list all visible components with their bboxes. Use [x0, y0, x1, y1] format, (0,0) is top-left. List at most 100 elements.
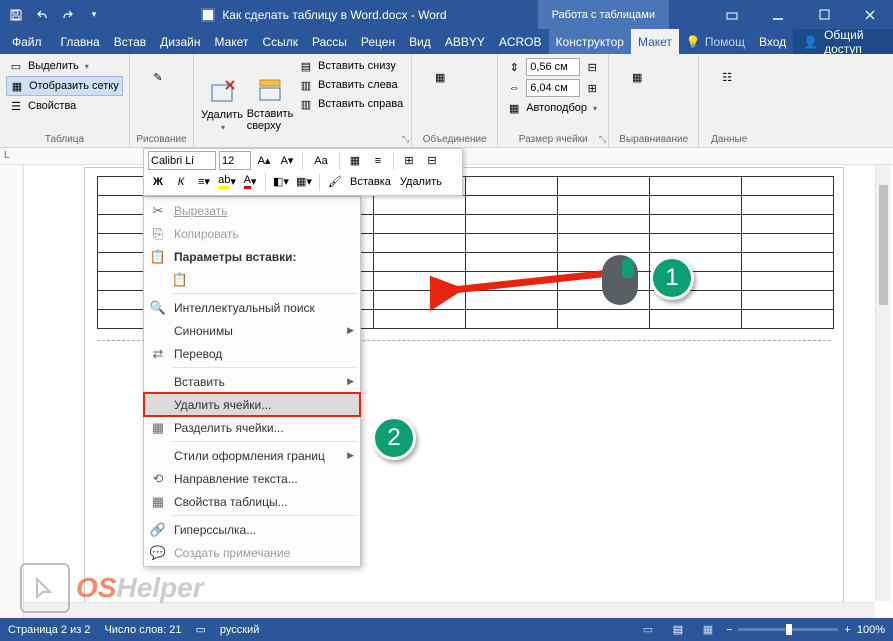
tab-file[interactable]: Файл — [0, 29, 54, 54]
menu-translate[interactable]: ⇄Перевод — [144, 342, 360, 365]
menu-insert[interactable]: Вставить▶ — [144, 370, 360, 393]
tab-insert[interactable]: Встав — [107, 29, 153, 54]
tab-references[interactable]: Ссылк — [255, 29, 305, 54]
share-button[interactable]: 👤Общий доступ — [793, 29, 893, 54]
dialog-launcher-icon[interactable]: ⤡ — [599, 134, 606, 145]
tab-design[interactable]: Дизайн — [153, 29, 207, 54]
properties-button[interactable]: ☰Свойства — [6, 97, 123, 115]
menu-border-styles[interactable]: Стили оформления границ▶ — [144, 444, 360, 467]
vertical-scrollbar[interactable] — [875, 165, 891, 601]
insert-left-icon: ▥ — [298, 77, 314, 93]
mini-delete-icon[interactable]: ⊟ — [422, 151, 442, 170]
styles-icon[interactable]: Aa — [308, 151, 334, 170]
draw-button[interactable]: ✎ — [136, 57, 180, 93]
view-read-icon[interactable]: ▭ — [636, 620, 660, 640]
align-icon[interactable]: ≡ — [368, 151, 388, 170]
maximize-icon[interactable] — [801, 0, 847, 29]
italic-icon[interactable]: К — [171, 172, 191, 191]
status-spellcheck-icon[interactable]: ▭ — [196, 623, 206, 636]
menu-copy[interactable]: ⎘Копировать — [144, 222, 360, 245]
grid-icon: ▦ — [9, 78, 25, 94]
tab-abbyy[interactable]: ABBYY — [438, 29, 492, 54]
menu-new-comment[interactable]: 💬Создать примечание — [144, 541, 360, 564]
tab-mailings[interactable]: Рассы — [305, 29, 354, 54]
border-icon[interactable]: ▦ — [345, 151, 365, 170]
tab-layout[interactable]: Макет — [207, 29, 255, 54]
menu-table-properties[interactable]: ▦Свойства таблицы... — [144, 490, 360, 513]
insert-right-button[interactable]: ▥Вставить справа — [296, 95, 405, 113]
tab-review[interactable]: Рецен — [354, 29, 402, 54]
tab-home[interactable]: Главна — [54, 29, 107, 54]
insert-above-button[interactable]: Вставить сверху — [248, 57, 292, 145]
dist-cols-icon[interactable]: ⊞ — [584, 80, 600, 96]
menu-split-cells[interactable]: ▦Разделить ячейки... — [144, 416, 360, 439]
menu-smart-lookup[interactable]: 🔍Интеллектуальный поиск — [144, 296, 360, 319]
context-menu: ✂Вырезать ⎘Копировать 📋Параметры вставки… — [143, 196, 361, 567]
gridlines-button[interactable]: ▦Отобразить сетку — [6, 76, 123, 96]
status-language[interactable]: русский — [220, 624, 259, 636]
mini-insert-icon[interactable]: ⊞ — [399, 151, 419, 170]
zoom-slider[interactable] — [738, 628, 838, 631]
alignment-button[interactable]: ▦ — [615, 57, 659, 93]
cursor-annotation — [602, 255, 638, 305]
tell-me[interactable]: 💡Помощ — [679, 29, 752, 54]
font-family-select[interactable] — [148, 151, 216, 170]
font-size-select[interactable] — [219, 151, 251, 170]
shrink-font-icon[interactable]: A▾ — [277, 151, 297, 170]
font-color-icon[interactable]: A▾ — [240, 172, 260, 191]
save-icon[interactable] — [4, 3, 28, 27]
mini-delete-label[interactable]: Удалить — [400, 176, 442, 188]
delete-button[interactable]: Удалить▾ — [200, 57, 244, 145]
group-label-table: Таблица — [6, 132, 123, 145]
menu-paste-option[interactable]: 📋 — [144, 268, 360, 291]
undo-icon[interactable] — [30, 3, 54, 27]
underline-icon[interactable]: ≡▾ — [194, 172, 214, 191]
menu-text-direction[interactable]: ⟲Направление текста... — [144, 467, 360, 490]
menu-delete-cells[interactable]: Удалить ячейки... — [144, 393, 360, 416]
menu-synonyms[interactable]: Синонимы▶ — [144, 319, 360, 342]
align-icon: ▦ — [621, 61, 653, 93]
close-icon[interactable] — [847, 0, 893, 29]
comment-icon: 💬 — [150, 545, 166, 561]
bold-icon[interactable]: Ж — [148, 172, 168, 191]
tab-table-layout[interactable]: Макет — [631, 29, 679, 54]
menu-hyperlink[interactable]: 🔗Гиперссылка... — [144, 518, 360, 541]
zoom-out-icon[interactable]: − — [726, 624, 732, 636]
minimize-icon[interactable] — [755, 0, 801, 29]
insert-below-button[interactable]: ▤Вставить снизу — [296, 57, 405, 75]
row-height-input[interactable]: ⇕⊟ — [504, 57, 602, 77]
tab-table-design[interactable]: Конструктор — [549, 29, 631, 54]
ribbon-display-icon[interactable] — [709, 0, 755, 29]
menu-cut[interactable]: ✂Вырезать — [144, 199, 360, 222]
highlight-icon[interactable]: ab▾ — [217, 172, 237, 191]
tab-acrobat[interactable]: ACROB — [492, 29, 549, 54]
login-button[interactable]: Вход — [752, 29, 793, 54]
dist-rows-icon[interactable]: ⊟ — [584, 59, 600, 75]
mini-insert-label[interactable]: Вставка — [350, 176, 391, 188]
qat-more-icon[interactable]: ▾ — [82, 3, 106, 27]
zoom-in-icon[interactable]: + — [844, 624, 850, 636]
paste-option-icon: 📋 — [172, 272, 188, 288]
data-icon: ☷ — [711, 61, 743, 93]
col-width-input[interactable]: ⇔⊞ — [504, 78, 602, 98]
dialog-launcher-icon[interactable]: ⤡ — [402, 134, 409, 145]
merge-button[interactable]: ▦ — [418, 57, 462, 93]
insert-left-button[interactable]: ▥Вставить слева — [296, 76, 405, 94]
grow-font-icon[interactable]: A▴ — [254, 151, 274, 170]
format-painter-icon[interactable]: 🖌 — [325, 172, 345, 191]
autofit-button[interactable]: ▦Автоподбор▾ — [504, 99, 602, 117]
tab-view[interactable]: Вид — [402, 29, 438, 54]
data-button[interactable]: ☷ — [705, 57, 749, 93]
view-web-icon[interactable]: ▦ — [696, 620, 720, 640]
select-button[interactable]: ▭Выделить▾ — [6, 57, 123, 75]
vertical-ruler[interactable] — [0, 165, 24, 618]
borders-icon[interactable]: ▦▾ — [294, 172, 314, 191]
view-print-icon[interactable]: ▤ — [666, 620, 690, 640]
zoom-level[interactable]: 100% — [857, 624, 885, 636]
delete-table-icon — [206, 75, 238, 107]
status-page[interactable]: Страница 2 из 2 — [8, 624, 90, 636]
status-words[interactable]: Число слов: 21 — [104, 624, 181, 636]
shading-icon[interactable]: ◧▾ — [271, 172, 291, 191]
paste-icon: 📋 — [150, 249, 166, 265]
redo-icon[interactable] — [56, 3, 80, 27]
